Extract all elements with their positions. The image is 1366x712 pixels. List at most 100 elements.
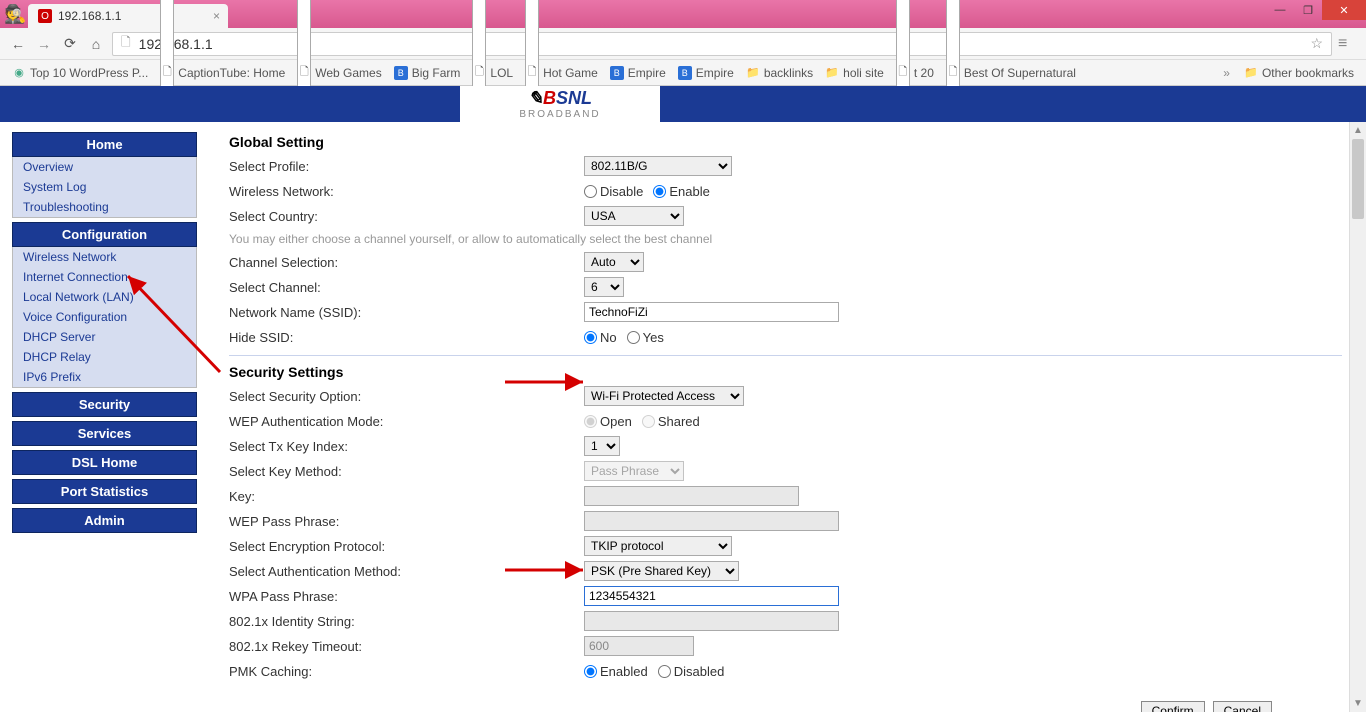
sidebar-header-services[interactable]: Services [12, 421, 197, 446]
bookmark-item[interactable]: 📁backlinks [742, 64, 817, 82]
incognito-icon: 🕵 [4, 4, 24, 24]
label-tx-key: Select Tx Key Index: [229, 439, 584, 454]
sidebar-item-ipv6-prefix[interactable]: IPv6 Prefix [13, 367, 196, 387]
label-select-channel: Select Channel: [229, 280, 584, 295]
select-country[interactable]: USA [584, 206, 684, 226]
other-bookmarks-button[interactable]: 📁 Other bookmarks [1240, 64, 1358, 82]
input-ssid[interactable] [584, 302, 839, 322]
radio-wireless-disable[interactable]: Disable [584, 184, 643, 199]
sidebar-header-port-statistics[interactable]: Port Statistics [12, 479, 197, 504]
page-content: ✎BSNL BROADBAND Home OverviewSystem LogT… [0, 86, 1366, 712]
radio-hide-no[interactable]: No [584, 330, 617, 345]
window-minimize-button[interactable]: — [1266, 0, 1294, 20]
window-titlebar: 🕵 O 192.168.1.1 × — ❐ ✕ [0, 0, 1366, 28]
tab-close-icon[interactable]: × [213, 9, 220, 23]
bookmark-item[interactable]: BBig Farm [390, 64, 465, 82]
input-wpa-passphrase[interactable] [584, 586, 839, 606]
app-icon: B [678, 66, 692, 80]
scroll-thumb[interactable] [1352, 139, 1364, 219]
sidebar-header-dsl-home[interactable]: DSL Home [12, 450, 197, 475]
bookmark-label: backlinks [764, 66, 813, 80]
bookmark-label: Hot Game [543, 66, 598, 80]
sidebar: Home OverviewSystem LogTroubleshooting C… [0, 122, 205, 712]
select-encryption-protocol[interactable]: TKIP protocol [584, 536, 732, 556]
radio-wep-open[interactable]: Open [584, 414, 632, 429]
browser-tab[interactable]: O 192.168.1.1 × [28, 4, 228, 28]
globe-icon: ◉ [12, 66, 26, 80]
radio-wireless-enable[interactable]: Enable [653, 184, 709, 199]
label-hide-ssid: Hide SSID: [229, 330, 584, 345]
bookmark-label: Big Farm [412, 66, 461, 80]
window-close-button[interactable]: ✕ [1322, 0, 1366, 20]
label-ssid: Network Name (SSID): [229, 305, 584, 320]
sidebar-header-security[interactable]: Security [12, 392, 197, 417]
bookmarks-overflow-icon[interactable]: » [1217, 66, 1236, 80]
bookmark-label: CaptionTube: Home [178, 66, 285, 80]
bookmarks-bar: ◉Top 10 WordPress P...🗋CaptionTube: Home… [0, 60, 1366, 86]
sidebar-item-dhcp-relay[interactable]: DHCP Relay [13, 347, 196, 367]
folder-icon: 📁 [1244, 66, 1258, 80]
sidebar-item-dhcp-server[interactable]: DHCP Server [13, 327, 196, 347]
sidebar-item-local-network-lan[interactable]: Local Network (LAN) [13, 287, 196, 307]
select-channel-selection[interactable]: Auto [584, 252, 644, 272]
window-maximize-button[interactable]: ❐ [1294, 0, 1322, 20]
app-icon: B [610, 66, 624, 80]
label-wep-passphrase: WEP Pass Phrase: [229, 514, 584, 529]
tab-favicon: O [38, 9, 52, 23]
bookmark-label: t 20 [914, 66, 934, 80]
sidebar-header-admin[interactable]: Admin [12, 508, 197, 533]
label-select-profile: Select Profile: [229, 159, 584, 174]
radio-pmk-enabled[interactable]: Enabled [584, 664, 648, 679]
radio-pmk-disabled[interactable]: Disabled [658, 664, 725, 679]
bookmark-label: LOL [490, 66, 513, 80]
label-key-method: Select Key Method: [229, 464, 584, 479]
label-pmk-caching: PMK Caching: [229, 664, 584, 679]
page-banner: ✎BSNL BROADBAND [0, 86, 1366, 122]
select-profile[interactable]: 802.11B/G [584, 156, 732, 176]
sidebar-item-troubleshooting[interactable]: Troubleshooting [13, 197, 196, 217]
sidebar-item-system-log[interactable]: System Log [13, 177, 196, 197]
input-wep-passphrase [584, 511, 839, 531]
scroll-up-icon[interactable]: ▲ [1350, 122, 1366, 139]
other-bookmarks-label: Other bookmarks [1262, 66, 1354, 80]
scroll-down-icon[interactable]: ▼ [1350, 695, 1366, 712]
select-tx-key[interactable]: 1 [584, 436, 620, 456]
bookmark-item[interactable]: 📁holi site [821, 64, 888, 82]
bookmark-label: Empire [628, 66, 666, 80]
bookmark-item[interactable]: ◉Top 10 WordPress P... [8, 64, 152, 82]
sidebar-item-internet-connection[interactable]: Internet Connection [13, 267, 196, 287]
brand-sub: BROADBAND [519, 109, 600, 120]
bookmark-star-icon[interactable]: ☆ [1310, 35, 1323, 52]
browser-menu-icon[interactable]: ≡ [1338, 35, 1358, 53]
bookmark-item[interactable]: B Empire [606, 64, 670, 82]
select-channel[interactable]: 6 [584, 277, 624, 297]
select-security-option[interactable]: Wi-Fi Protected Access [584, 386, 744, 406]
input-rekey-timeout [584, 636, 694, 656]
sidebar-header-home[interactable]: Home [12, 132, 197, 157]
bookmark-label: Web Games [315, 66, 381, 80]
security-settings-title: Security Settings [229, 364, 1342, 380]
sidebar-item-wireless-network[interactable]: Wireless Network [13, 247, 196, 267]
label-select-country: Select Country: [229, 209, 584, 224]
select-auth-method[interactable]: PSK (Pre Shared Key) [584, 561, 739, 581]
vertical-scrollbar[interactable]: ▲ ▼ [1349, 122, 1366, 712]
label-channel-selection: Channel Selection: [229, 255, 584, 270]
folder-icon: 📁 [825, 66, 839, 80]
bookmark-item[interactable]: BEmpire [674, 64, 738, 82]
radio-hide-yes[interactable]: Yes [627, 330, 664, 345]
radio-wep-shared[interactable]: Shared [642, 414, 700, 429]
label-encryption-protocol: Select Encryption Protocol: [229, 539, 584, 554]
main-panel: Global Setting Select Profile: 802.11B/G… [205, 122, 1366, 712]
label-auth-method: Select Authentication Method: [229, 564, 584, 579]
bookmark-label: Best Of Supernatural [964, 66, 1076, 80]
sidebar-header-configuration[interactable]: Configuration [12, 222, 197, 247]
channel-hint: You may either choose a channel yourself… [229, 232, 1342, 246]
sidebar-item-overview[interactable]: Overview [13, 157, 196, 177]
confirm-button[interactable]: Confirm [1141, 701, 1205, 712]
sidebar-item-voice-configuration[interactable]: Voice Configuration [13, 307, 196, 327]
tab-title: 192.168.1.1 [58, 9, 121, 23]
label-rekey-timeout: 802.1x Rekey Timeout: [229, 639, 584, 654]
cancel-button[interactable]: Cancel [1213, 701, 1272, 712]
label-identity-string: 802.1x Identity String: [229, 614, 584, 629]
pencil-icon: ✎ [528, 88, 543, 108]
